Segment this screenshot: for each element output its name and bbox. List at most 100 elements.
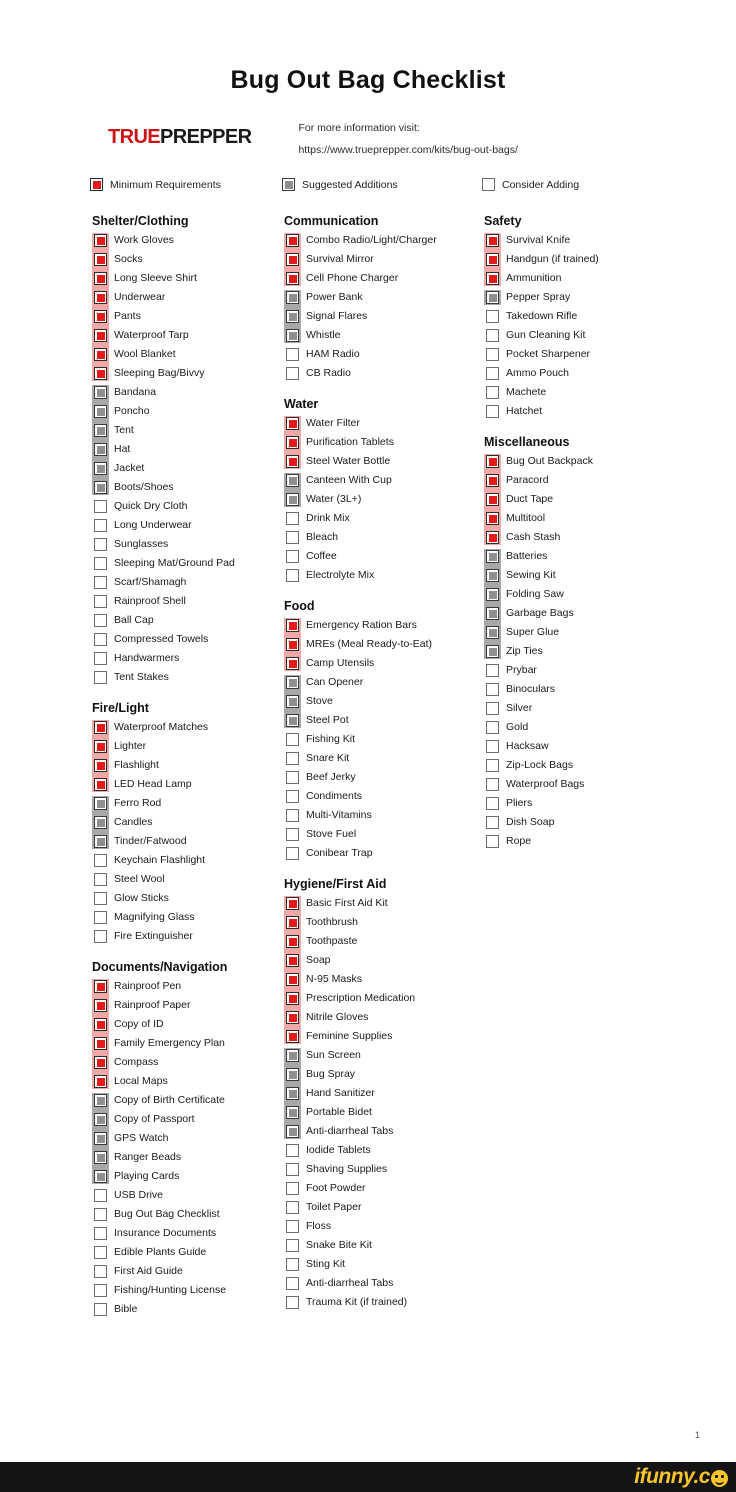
- checkbox-con-icon[interactable]: [486, 664, 499, 677]
- checkbox-min-icon[interactable]: [486, 531, 499, 544]
- checkbox-sug-icon[interactable]: [286, 714, 299, 727]
- checkbox-min-icon[interactable]: [286, 234, 299, 247]
- checkbox-con-icon[interactable]: [486, 740, 499, 753]
- checklist-item[interactable]: N-95 Masks: [284, 970, 484, 989]
- checklist-item[interactable]: Nitrile Gloves: [284, 1008, 484, 1027]
- checklist-item[interactable]: Rope: [484, 832, 694, 851]
- checkbox-min-icon[interactable]: [94, 778, 107, 791]
- checkbox-con-icon[interactable]: [94, 500, 107, 513]
- checkbox-min-icon[interactable]: [94, 348, 107, 361]
- checklist-item[interactable]: Emergency Ration Bars: [284, 616, 484, 635]
- checkbox-min-icon[interactable]: [486, 512, 499, 525]
- checklist-item[interactable]: Waterproof Bags: [484, 775, 694, 794]
- checkbox-con-icon[interactable]: [94, 1303, 107, 1316]
- checklist-item[interactable]: HAM Radio: [284, 345, 484, 364]
- checklist-item[interactable]: Hacksaw: [484, 737, 694, 756]
- checklist-item[interactable]: Drink Mix: [284, 509, 484, 528]
- checkbox-con-icon[interactable]: [486, 348, 499, 361]
- info-url[interactable]: https://www.trueprepper.com/kits/bug-out…: [298, 144, 517, 156]
- checklist-item[interactable]: Tinder/Fatwood: [92, 832, 288, 851]
- checklist-item[interactable]: Ammunition: [484, 269, 694, 288]
- checklist-item[interactable]: Lighter: [92, 737, 288, 756]
- checklist-item[interactable]: Ammo Pouch: [484, 364, 694, 383]
- checkbox-con-icon[interactable]: [486, 386, 499, 399]
- checklist-item[interactable]: Tent Stakes: [92, 668, 288, 687]
- checklist-item[interactable]: Steel Wool: [92, 870, 288, 889]
- checkbox-sug-icon[interactable]: [286, 329, 299, 342]
- checklist-item[interactable]: Keychain Flashlight: [92, 851, 288, 870]
- checklist-item[interactable]: Whistle: [284, 326, 484, 345]
- checkbox-sug-icon[interactable]: [486, 291, 499, 304]
- checkbox-sug-icon[interactable]: [286, 695, 299, 708]
- checklist-item[interactable]: Garbage Bags: [484, 604, 694, 623]
- checkbox-min-icon[interactable]: [486, 455, 499, 468]
- checkbox-sug-icon[interactable]: [286, 1049, 299, 1062]
- checklist-item[interactable]: Ranger Beads: [92, 1148, 288, 1167]
- checklist-item[interactable]: Copy of Birth Certificate: [92, 1091, 288, 1110]
- checkbox-con-icon[interactable]: [94, 1208, 107, 1221]
- checklist-item[interactable]: Foot Powder: [284, 1179, 484, 1198]
- checklist-item[interactable]: Folding Saw: [484, 585, 694, 604]
- checkbox-con-icon[interactable]: [286, 1201, 299, 1214]
- checkbox-min-icon[interactable]: [94, 740, 107, 753]
- checkbox-min-icon[interactable]: [94, 759, 107, 772]
- checkbox-con-icon[interactable]: [286, 550, 299, 563]
- checkbox-sug-icon[interactable]: [286, 310, 299, 323]
- checklist-item[interactable]: Bug Out Bag Checklist: [92, 1205, 288, 1224]
- checklist-item[interactable]: Trauma Kit (if trained): [284, 1293, 484, 1312]
- checklist-item[interactable]: Zip Ties: [484, 642, 694, 661]
- checklist-item[interactable]: Copy of ID: [92, 1015, 288, 1034]
- checkbox-con-icon[interactable]: [286, 1277, 299, 1290]
- checklist-item[interactable]: Fishing Kit: [284, 730, 484, 749]
- checklist-item[interactable]: Steel Pot: [284, 711, 484, 730]
- checklist-item[interactable]: Conibear Trap: [284, 844, 484, 863]
- checklist-item[interactable]: First Aid Guide: [92, 1262, 288, 1281]
- checklist-item[interactable]: Compressed Towels: [92, 630, 288, 649]
- checklist-item[interactable]: Binoculars: [484, 680, 694, 699]
- checkbox-min-icon[interactable]: [286, 935, 299, 948]
- checklist-item[interactable]: Bible: [92, 1300, 288, 1319]
- checkbox-sug-icon[interactable]: [286, 474, 299, 487]
- checkbox-con-icon[interactable]: [94, 873, 107, 886]
- checklist-item[interactable]: Edible Plants Guide: [92, 1243, 288, 1262]
- checklist-item[interactable]: Copy of Passport: [92, 1110, 288, 1129]
- checklist-item[interactable]: Pocket Sharpener: [484, 345, 694, 364]
- checkbox-con-icon[interactable]: [486, 797, 499, 810]
- checkbox-con-icon[interactable]: [286, 531, 299, 544]
- checklist-item[interactable]: Portable Bidet: [284, 1103, 484, 1122]
- checklist-item[interactable]: Ferro Rod: [92, 794, 288, 813]
- checklist-item[interactable]: CB Radio: [284, 364, 484, 383]
- checklist-item[interactable]: Prybar: [484, 661, 694, 680]
- checklist-item[interactable]: Gold: [484, 718, 694, 737]
- checkbox-sug-icon[interactable]: [94, 1170, 107, 1183]
- checkbox-sug-icon[interactable]: [94, 816, 107, 829]
- checkbox-con-icon[interactable]: [94, 930, 107, 943]
- checkbox-min-icon[interactable]: [94, 1075, 107, 1088]
- checklist-item[interactable]: Pants: [92, 307, 288, 326]
- checklist-item[interactable]: Canteen With Cup: [284, 471, 484, 490]
- checklist-item[interactable]: Zip-Lock Bags: [484, 756, 694, 775]
- checkbox-con-icon[interactable]: [94, 614, 107, 627]
- checkbox-con-icon[interactable]: [486, 721, 499, 734]
- checkbox-sug-icon[interactable]: [286, 493, 299, 506]
- checkbox-con-icon[interactable]: [486, 835, 499, 848]
- checklist-item[interactable]: Long Underwear: [92, 516, 288, 535]
- checklist-item[interactable]: Compass: [92, 1053, 288, 1072]
- checkbox-con-icon[interactable]: [94, 1227, 107, 1240]
- checkbox-con-icon[interactable]: [94, 595, 107, 608]
- checkbox-min-icon[interactable]: [486, 474, 499, 487]
- checkbox-con-icon[interactable]: [486, 329, 499, 342]
- checkbox-min-icon[interactable]: [286, 954, 299, 967]
- checklist-item[interactable]: Floss: [284, 1217, 484, 1236]
- checklist-item[interactable]: Toothbrush: [284, 913, 484, 932]
- checklist-item[interactable]: Snare Kit: [284, 749, 484, 768]
- checklist-item[interactable]: Duct Tape: [484, 490, 694, 509]
- checkbox-con-icon[interactable]: [286, 771, 299, 784]
- checkbox-con-icon[interactable]: [286, 1220, 299, 1233]
- checkbox-sug-icon[interactable]: [94, 797, 107, 810]
- checklist-item[interactable]: Hat: [92, 440, 288, 459]
- checkbox-sug-icon[interactable]: [94, 386, 107, 399]
- checklist-item[interactable]: Anti-diarrheal Tabs: [284, 1274, 484, 1293]
- checkbox-sug-icon[interactable]: [286, 676, 299, 689]
- checkbox-con-icon[interactable]: [286, 512, 299, 525]
